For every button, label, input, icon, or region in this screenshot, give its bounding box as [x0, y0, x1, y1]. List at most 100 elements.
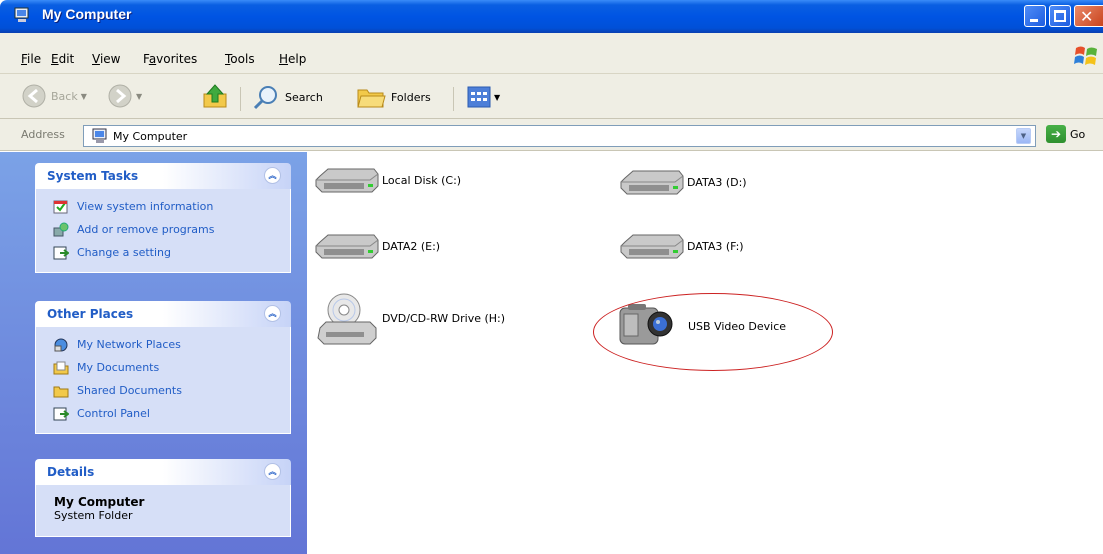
go-button[interactable]: ➔ Go [1046, 125, 1085, 143]
collapse-icon[interactable]: ︽ [264, 305, 281, 322]
hard-disk-icon [620, 170, 684, 195]
views-dropdown-icon: ▼ [494, 92, 501, 102]
task-pane: System Tasks ︽ View system information A… [0, 152, 307, 554]
back-arrow-icon [22, 84, 46, 108]
task-label: Change a setting [77, 246, 171, 259]
annotation-circle [593, 293, 833, 371]
address-input[interactable]: My Computer [83, 125, 1036, 147]
menu-view-label: iew [99, 52, 121, 66]
place-shared-documents[interactable]: Shared Documents [36, 379, 290, 402]
views-icon [467, 86, 491, 108]
up-folder-icon[interactable] [201, 82, 231, 110]
maximize-button[interactable] [1049, 5, 1071, 27]
drive-label: Local Disk (C:) [382, 173, 462, 187]
drive-label: DVD/CD-RW Drive (H:) [382, 312, 506, 325]
forward-button[interactable]: ▼ [107, 83, 142, 109]
search-button[interactable]: Search [251, 84, 323, 110]
menu-edit-label: dit [58, 52, 75, 66]
forward-arrow-icon [108, 84, 132, 108]
menu-file[interactable]: File [21, 52, 41, 66]
title-bar[interactable]: My Computer ✕ [0, 0, 1103, 33]
hard-disk-icon [620, 234, 684, 259]
drive-data3-d[interactable]: DATA3 (D:) [619, 168, 747, 196]
details-header[interactable]: Details ︽ [35, 459, 291, 485]
maximize-icon [1054, 10, 1066, 22]
other-places-panel: Other Places ︽ My Network Places My Docu… [35, 301, 291, 434]
toolbar-separator [240, 87, 241, 111]
other-places-title: Other Places [47, 307, 134, 321]
details-body: My Computer System Folder [35, 485, 291, 537]
system-tasks-body: View system information Add or remove pr… [35, 189, 291, 273]
minimize-icon [1030, 19, 1038, 22]
place-label: Shared Documents [77, 384, 182, 397]
folders-label: Folders [391, 90, 431, 104]
drive-label: DATA3 (F:) [687, 239, 744, 253]
views-button[interactable]: ▼ [467, 86, 500, 108]
folders-icon [357, 89, 386, 108]
drive-label: DATA3 (D:) [687, 175, 747, 189]
place-my-documents[interactable]: My Documents [36, 356, 290, 379]
task-label: Add or remove programs [77, 223, 215, 236]
hard-disk-icon [315, 168, 379, 193]
forward-dropdown-icon: ▼ [136, 91, 143, 101]
place-label: Control Panel [77, 407, 150, 420]
my-computer-icon [92, 128, 107, 143]
place-control-panel[interactable]: Control Panel [36, 402, 290, 425]
menu-help[interactable]: Help [279, 52, 306, 66]
window-title: My Computer [42, 6, 132, 22]
drive-local-disk-c[interactable]: Local Disk (C:) [314, 166, 461, 194]
menu-tools[interactable]: Tools [225, 52, 255, 66]
menu-bar: File Edit View Favorites Tools Help [0, 33, 1103, 74]
collapse-icon[interactable]: ︽ [264, 463, 281, 480]
go-label: Go [1070, 127, 1086, 141]
back-button[interactable]: Back ▼ [21, 83, 87, 109]
chevron-down-icon: ▼ [1020, 132, 1027, 140]
control-panel-icon [53, 407, 69, 420]
address-value: My Computer [113, 130, 188, 143]
menu-view[interactable]: View [92, 52, 120, 66]
place-label: My Documents [77, 361, 160, 374]
drive-data3-f[interactable]: DATA3 (F:) [619, 232, 744, 260]
hard-disk-icon [315, 234, 379, 259]
my-computer-icon [14, 7, 29, 22]
task-add-remove-programs[interactable]: Add or remove programs [36, 218, 290, 241]
toolbar: Back ▼ ▼ Search Folders ▼ [0, 74, 1103, 119]
place-label: My Network Places [77, 338, 181, 351]
drive-data2-e[interactable]: DATA2 (E:) [314, 232, 440, 260]
shared-folder-icon [53, 386, 69, 397]
task-view-system-information[interactable]: View system information [36, 195, 290, 218]
system-tasks-header[interactable]: System Tasks ︽ [35, 163, 291, 189]
menu-view-hotkey: V [92, 52, 100, 66]
menu-favorites-label: vorites [156, 52, 198, 66]
menu-favorites[interactable]: Favorites [143, 52, 197, 66]
details-name: My Computer [54, 495, 145, 509]
folders-button[interactable]: Folders [355, 83, 431, 111]
menu-edit[interactable]: Edit [51, 52, 74, 66]
toolbar-separator [453, 87, 454, 111]
drive-dvd-cd-rw-h[interactable]: DVD/CD-RW Drive (H:) [314, 290, 505, 350]
place-my-network-places[interactable]: My Network Places [36, 333, 290, 356]
documents-folder-icon [53, 361, 69, 374]
details-panel: Details ︽ My Computer System Folder [35, 459, 291, 537]
windows-logo-icon [1074, 46, 1097, 65]
collapse-icon[interactable]: ︽ [264, 167, 281, 184]
back-label: Back [51, 89, 78, 103]
address-label: Address [21, 128, 65, 141]
menu-edit-hotkey: E [51, 52, 59, 66]
task-change-a-setting[interactable]: Change a setting [36, 241, 290, 264]
address-dropdown-button[interactable]: ▼ [1016, 128, 1031, 144]
go-arrow-icon: ➔ [1046, 125, 1066, 143]
address-bar: Address My Computer [0, 119, 1103, 151]
details-title: Details [47, 465, 95, 479]
close-button[interactable]: ✕ [1074, 5, 1103, 27]
other-places-header[interactable]: Other Places ︽ [35, 301, 291, 327]
minimize-button[interactable] [1024, 5, 1046, 27]
menu-file-label: ile [27, 52, 42, 66]
close-icon: ✕ [1080, 7, 1094, 26]
dvd-drive-icon [317, 293, 377, 345]
system-info-icon [53, 200, 68, 213]
search-icon [253, 86, 277, 110]
search-label: Search [285, 90, 323, 104]
back-dropdown-icon: ▼ [80, 91, 87, 101]
system-tasks-panel: System Tasks ︽ View system information A… [35, 163, 291, 273]
